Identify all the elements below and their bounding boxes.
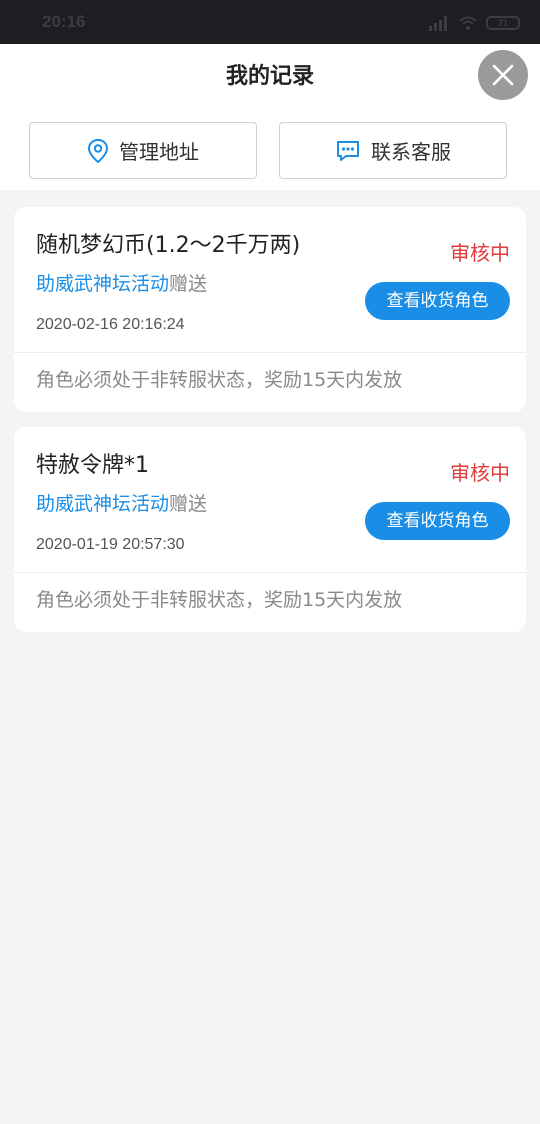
record-note: 角色必须处于非转服状态，奖励15天内发放 [36,369,403,391]
location-pin-icon [87,138,109,163]
record-date: 2020-02-16 20:16:24 [36,316,185,333]
record-card: 特赦令牌*1 审核中 助威武神坛活动赠送 2020-01-19 20:57:30… [14,427,526,632]
activity-link[interactable]: 助威武神坛活动 [36,273,169,295]
signal-icon [429,16,447,31]
chat-bubble-icon [337,140,359,161]
activity-suffix: 赠送 [169,493,208,515]
record-date: 2020-01-19 20:57:30 [36,536,185,553]
activity-suffix: 赠送 [169,273,208,295]
page-title: 我的记录 [225,64,314,89]
view-receiving-role-button[interactable]: 查看收货角色 [365,282,510,320]
record-source: 助威武神坛活动赠送 [36,489,207,516]
close-icon [492,64,514,86]
close-button[interactable] [478,50,528,100]
status-icons: 71 [428,14,520,32]
record-note: 角色必须处于非转服状态，奖励15天内发放 [36,589,403,611]
activity-link[interactable]: 助威武神坛活动 [36,493,169,515]
contact-service-button[interactable]: 联系客服 [279,122,507,179]
battery-indicator: 71 [486,16,520,30]
status-bar: 20:16 71 [0,0,540,44]
divider [14,352,526,353]
contact-service-label: 联系客服 [371,140,451,164]
record-title: 随机梦幻币(1.2～2千万两) [36,233,301,258]
wifi-icon [459,16,477,30]
status-time: 20:16 [42,12,86,31]
manage-address-label: 管理地址 [119,140,199,164]
manage-address-button[interactable]: 管理地址 [29,122,257,179]
record-card: 随机梦幻币(1.2～2千万两) 审核中 助威武神坛活动赠送 2020-02-16… [14,207,526,412]
record-title: 特赦令牌*1 [36,453,149,478]
divider [14,572,526,573]
view-receiving-role-button[interactable]: 查看收货角色 [365,502,510,540]
status-badge: 审核中 [450,241,510,265]
record-source: 助威武神坛活动赠送 [36,269,207,296]
status-badge: 审核中 [450,461,510,485]
header: 我的记录 管理地址 联系客服 [0,44,540,190]
